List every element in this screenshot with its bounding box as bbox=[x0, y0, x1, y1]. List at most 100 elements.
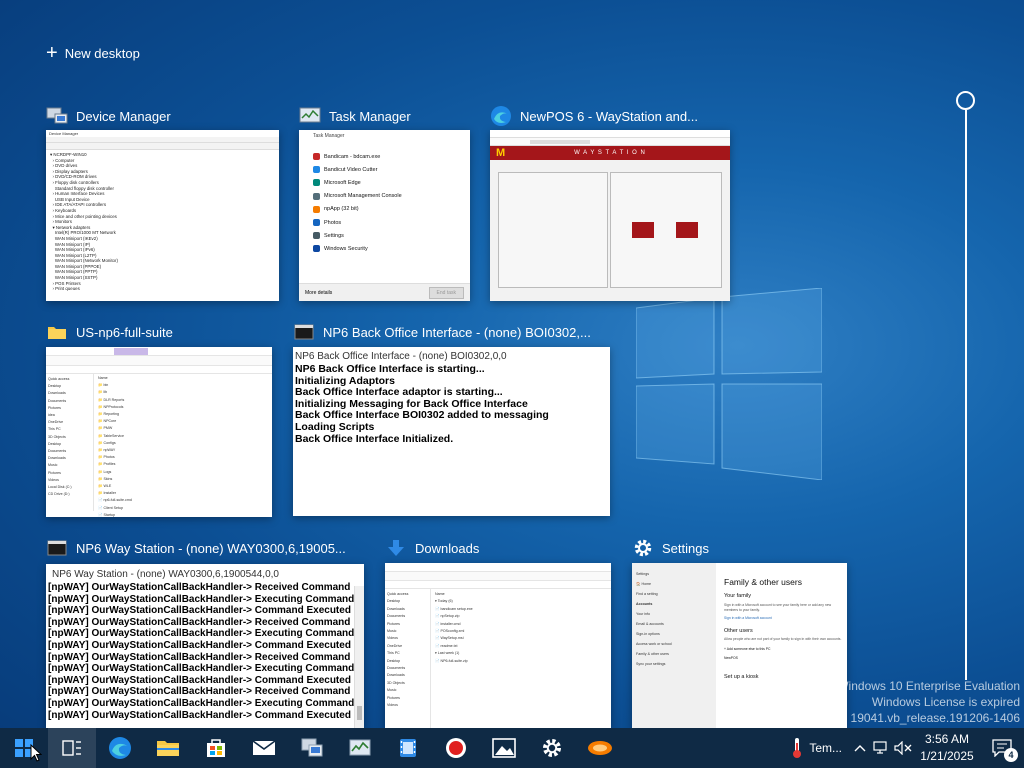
thumbnail-us-np6-full-suite[interactable]: Quick access Desktop Downloads Documents Pic… bbox=[46, 347, 272, 517]
network-icon bbox=[873, 741, 887, 754]
folder-icon bbox=[46, 321, 68, 343]
thermometer-icon bbox=[793, 738, 802, 758]
thumbnail-downloads[interactable]: Quick access Desktop Downloads Documents Pic… bbox=[385, 563, 611, 728]
plus-icon: + bbox=[46, 42, 58, 64]
taskbar-pos-app[interactable] bbox=[576, 728, 624, 768]
taskbar-newpos[interactable] bbox=[384, 728, 432, 768]
timeline-track[interactable] bbox=[965, 110, 967, 680]
task-view-icon bbox=[62, 740, 81, 756]
volume-button[interactable] bbox=[892, 741, 914, 755]
store-icon bbox=[207, 739, 225, 757]
settings-icon bbox=[313, 232, 320, 240]
task-view-button[interactable] bbox=[48, 728, 96, 768]
newpos-button-2[interactable] bbox=[676, 222, 698, 238]
clock[interactable]: 3:56 AM 1/21/2025 bbox=[914, 731, 980, 765]
download-arrow-icon bbox=[385, 537, 407, 559]
console-output: NP6 Back Office Interface is starting...… bbox=[295, 363, 549, 445]
chevron-up-icon bbox=[854, 745, 866, 752]
gear-icon bbox=[632, 537, 654, 559]
console-icon bbox=[293, 321, 315, 343]
window-title: US-np6-full-suite bbox=[76, 324, 173, 340]
task-manager-icon bbox=[349, 739, 371, 756]
task-manager-icon bbox=[299, 105, 321, 127]
record-icon bbox=[446, 738, 466, 758]
thumbnail-back-office-interface[interactable]: NP6 Back Office Interface - (none) BOI03… bbox=[293, 347, 610, 516]
action-center-button[interactable]: 4 bbox=[980, 728, 1024, 768]
window-card-device-manager[interactable]: Device Manager bbox=[46, 105, 171, 127]
window-title: Device Manager bbox=[76, 108, 171, 124]
timeline-handle[interactable] bbox=[956, 91, 975, 110]
clock-date: 1/21/2025 bbox=[920, 749, 974, 763]
newpos-button-1[interactable] bbox=[632, 222, 654, 238]
waystation-header: W A Y S T A T I O N bbox=[574, 150, 646, 156]
thumbnail-title: Task Manager bbox=[313, 133, 345, 139]
thumbnail-title: NP6 Back Office Interface - (none) BOI03… bbox=[295, 351, 507, 362]
weather-text: Tem... bbox=[809, 741, 842, 755]
more-details-link[interactable]: More details bbox=[305, 290, 332, 296]
window-title: Task Manager bbox=[329, 108, 411, 124]
weather-widget[interactable]: Tem... bbox=[791, 737, 842, 759]
gear-icon bbox=[543, 739, 561, 757]
console-icon bbox=[46, 537, 68, 559]
console-output: [npWAY] OurWayStationCallBackHandler-> R… bbox=[48, 582, 355, 721]
window-title: Downloads bbox=[415, 540, 480, 556]
other-users-heading: Other users bbox=[724, 628, 753, 634]
settings-page-heading: Family & other users bbox=[724, 577, 802, 587]
scrollbar[interactable] bbox=[354, 586, 364, 728]
window-card-way-station[interactable]: NP6 Way Station - (none) WAY0300,6,19005… bbox=[46, 537, 346, 559]
start-button[interactable] bbox=[0, 728, 48, 768]
taskbar-photos[interactable] bbox=[480, 728, 528, 768]
window-card-task-manager[interactable]: Task Manager bbox=[299, 105, 411, 127]
new-desktop-label: New desktop bbox=[64, 45, 140, 61]
bandicut-icon bbox=[313, 166, 320, 174]
show-hidden-icons-button[interactable] bbox=[850, 744, 870, 752]
your-family-heading: Your family bbox=[724, 593, 752, 599]
folder-icon bbox=[157, 741, 179, 756]
taskbar-task-manager[interactable] bbox=[336, 728, 384, 768]
taskbar-settings[interactable] bbox=[528, 728, 576, 768]
new-desktop-button[interactable]: + New desktop bbox=[46, 42, 140, 64]
window-title: Settings bbox=[662, 540, 709, 556]
taskbar-mail[interactable] bbox=[240, 728, 288, 768]
window-card-us-np6-full-suite[interactable]: US-np6-full-suite bbox=[46, 321, 173, 343]
windows-watermark: Windows 10 Enterprise Evaluation Windows… bbox=[820, 679, 1021, 725]
pos-app-icon bbox=[588, 741, 612, 755]
edge-icon bbox=[313, 179, 320, 187]
windows-security-icon bbox=[313, 245, 320, 253]
windows-logo-wallpaper bbox=[636, 288, 822, 480]
thumbnail-way-station[interactable]: NP6 Way Station - (none) WAY0300,6,19005… bbox=[46, 564, 364, 728]
taskbar-store[interactable] bbox=[192, 728, 240, 768]
thumbnail-device-manager[interactable]: Device Manager ▾ NCRDPF-WIN10 › Computer… bbox=[46, 130, 279, 301]
mouse-cursor-icon bbox=[30, 744, 42, 762]
window-card-back-office-interface[interactable]: NP6 Back Office Interface - (none) BOI03… bbox=[293, 321, 591, 343]
taskbar-device-manager[interactable] bbox=[288, 728, 336, 768]
photos-icon bbox=[313, 219, 320, 227]
system-tray: Tem... 3:56 AM 1/21/2025 4 bbox=[791, 728, 1024, 768]
clock-time: 3:56 AM bbox=[924, 732, 970, 746]
thumbnail-newpos[interactable]: M W A Y S T A T I O N bbox=[490, 130, 730, 301]
mmc-icon bbox=[313, 192, 320, 200]
network-button[interactable] bbox=[870, 741, 892, 755]
film-strip-icon bbox=[400, 739, 416, 757]
window-title: NP6 Back Office Interface - (none) BOI03… bbox=[323, 324, 591, 340]
taskbar-bandicam[interactable] bbox=[432, 728, 480, 768]
notification-count-badge: 4 bbox=[1004, 748, 1018, 762]
edge-icon bbox=[109, 737, 131, 759]
window-card-settings[interactable]: Settings bbox=[632, 537, 709, 559]
npapp-icon bbox=[313, 205, 320, 213]
window-title: NP6 Way Station - (none) WAY0300,6,19005… bbox=[76, 540, 346, 556]
taskbar-file-explorer[interactable] bbox=[144, 728, 192, 768]
thumbnail-settings[interactable]: Settings 🏠 Home Find a setting Accounts Your… bbox=[632, 563, 847, 728]
window-card-newpos[interactable]: NewPOS 6 - WayStation and... bbox=[490, 105, 698, 127]
window-title: NewPOS 6 - WayStation and... bbox=[520, 108, 698, 124]
device-manager-icon bbox=[301, 738, 323, 757]
thumbnail-task-manager[interactable]: Task Manager Bandicam - bdcam.exe Bandic… bbox=[299, 130, 470, 301]
photos-icon bbox=[492, 738, 516, 758]
bandicam-icon bbox=[313, 153, 320, 161]
edge-icon bbox=[490, 105, 512, 127]
window-card-downloads[interactable]: Downloads bbox=[385, 537, 479, 559]
end-task-button[interactable]: End task bbox=[428, 286, 464, 299]
taskbar: Tem... 3:56 AM 1/21/2025 4 bbox=[0, 728, 1024, 768]
volume-muted-icon bbox=[894, 741, 912, 755]
taskbar-edge[interactable] bbox=[96, 728, 144, 768]
